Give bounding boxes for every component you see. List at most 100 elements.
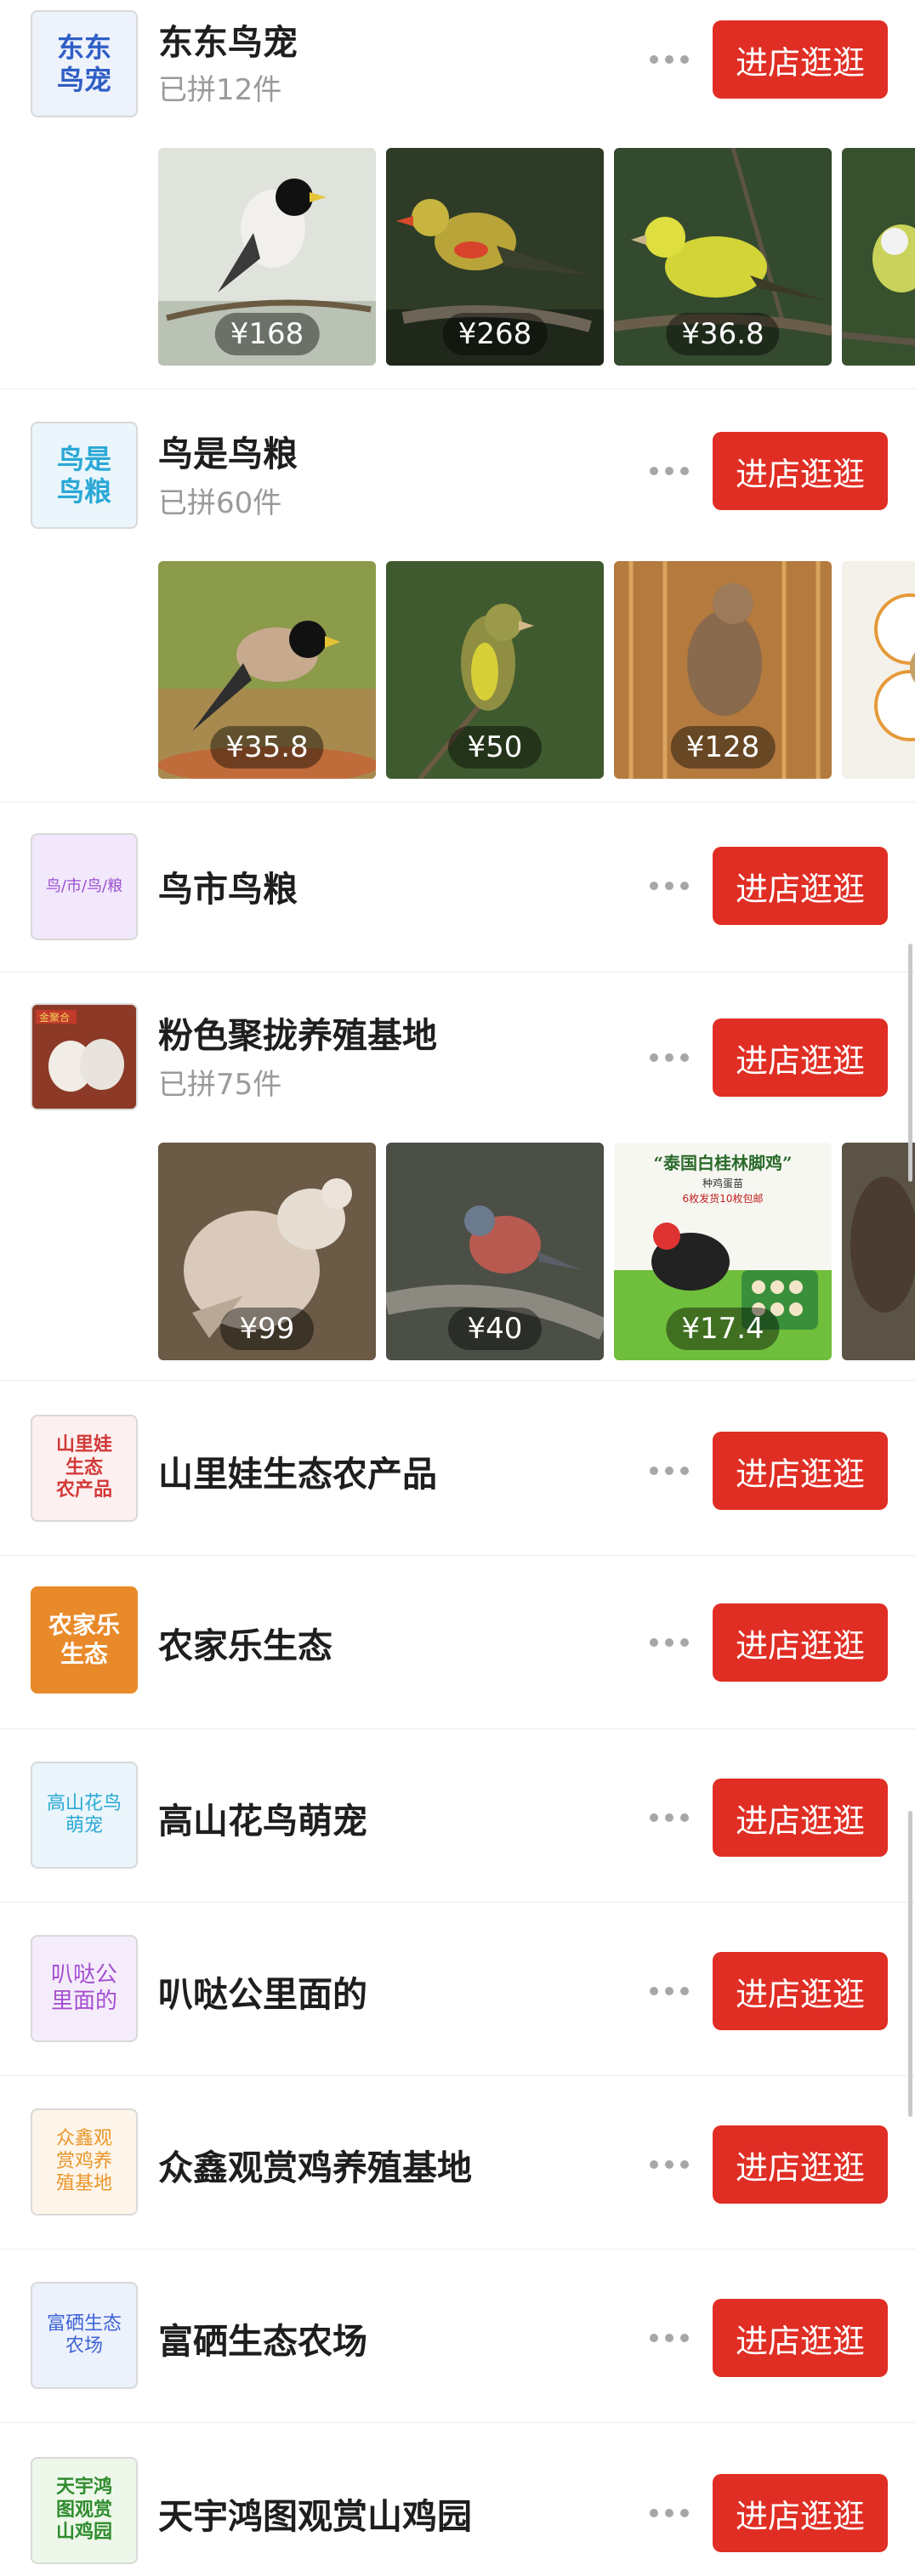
enter-store-button[interactable]: 进店逛逛 bbox=[713, 1603, 888, 1682]
store-header[interactable]: 众鑫观 赏鸡养 殖基地 众鑫观赏鸡养殖基地 进店逛逛 bbox=[0, 2076, 915, 2216]
product-thumbnail[interactable]: ¥50 bbox=[386, 561, 604, 779]
product-thumbnail[interactable]: ¥36.8 bbox=[614, 148, 832, 366]
feed-photo bbox=[842, 561, 915, 779]
store-logo[interactable]: 天宇鸿 图观赏 山鸡园 bbox=[31, 2457, 138, 2564]
product-price: ¥268 bbox=[442, 313, 548, 355]
product-thumbnail[interactable]: ¥40 bbox=[386, 1143, 604, 1360]
scrollbar[interactable] bbox=[908, 944, 912, 1182]
store-header[interactable]: 农家乐 生态 农家乐生态 进店逛逛 bbox=[0, 1556, 915, 1694]
enter-store-button[interactable]: 进店逛逛 bbox=[713, 2474, 888, 2552]
store-name[interactable]: 众鑫观赏鸡养殖基地 bbox=[158, 2139, 472, 2190]
store-name[interactable]: 高山花鸟萌宠 bbox=[158, 1792, 367, 1843]
store-logo[interactable]: 山里娃 生态 农产品 bbox=[31, 1415, 138, 1522]
store-card: 高山花鸟 萌宠 高山花鸟萌宠 进店逛逛 bbox=[0, 1729, 915, 1903]
store-header[interactable]: 金聚合 粉色聚拢养殖基地 已拼75件 进店逛逛 bbox=[0, 973, 915, 1110]
scrollbar[interactable] bbox=[908, 1811, 912, 2117]
enter-store-button[interactable]: 进店逛逛 bbox=[713, 1779, 888, 1857]
store-header[interactable]: 东东 鸟宠 东东鸟宠 已拼12件 进店逛逛 bbox=[0, 0, 915, 117]
promo-title: “泰国白桂林脚鸡” bbox=[653, 1153, 793, 1173]
store-header[interactable]: 高山花鸟 萌宠 高山花鸟萌宠 进店逛逛 bbox=[0, 1729, 915, 1869]
store-card: 众鑫观 赏鸡养 殖基地 众鑫观赏鸡养殖基地 进店逛逛 bbox=[0, 2076, 915, 2250]
more-options-icon[interactable] bbox=[650, 466, 689, 476]
enter-store-button[interactable]: 进店逛逛 bbox=[713, 2125, 888, 2204]
product-strip: ¥35.8 ¥50 ¥128 ¥ bbox=[158, 561, 915, 779]
more-options-icon[interactable] bbox=[650, 2333, 689, 2343]
product-thumbnail[interactable]: ¥268 bbox=[386, 148, 604, 366]
store-header[interactable]: 叭哒公 里面的 叭哒公里面的 进店逛逛 bbox=[0, 1903, 915, 2042]
store-name[interactable]: 鸟市鸟粮 bbox=[158, 860, 298, 911]
store-logo-text: 众鑫观 赏鸡养 殖基地 bbox=[55, 2128, 112, 2195]
product-thumbnail[interactable]: “泰国白桂林脚鸡” 种鸡蛋苗 6枚发货10枚包邮 ¥17.4 bbox=[614, 1143, 832, 1360]
product-price: ¥128 bbox=[670, 726, 776, 769]
store-header[interactable]: 鸟是 鸟粮 鸟是鸟粮 已拼60件 进店逛逛 bbox=[0, 389, 915, 529]
store-name[interactable]: 天宇鸿图观赏山鸡园 bbox=[158, 2488, 472, 2539]
product-thumbnail[interactable]: ¥99 bbox=[158, 1143, 376, 1360]
store-logo[interactable]: 富硒生态 农场 bbox=[31, 2282, 138, 2389]
more-options-icon[interactable] bbox=[650, 1813, 689, 1823]
product-price: ¥40 bbox=[448, 1308, 542, 1350]
enter-store-button[interactable]: 进店逛逛 bbox=[713, 20, 888, 99]
enter-store-button[interactable]: 进店逛逛 bbox=[713, 2299, 888, 2377]
more-options-icon[interactable] bbox=[650, 1466, 689, 1476]
store-card: 富硒生态 农场 富硒生态农场 进店逛逛 bbox=[0, 2250, 915, 2423]
store-sold-count: 已拼75件 bbox=[158, 1068, 282, 1102]
store-card: 金聚合 粉色聚拢养殖基地 已拼75件 进店逛逛 ¥99 ¥40 “泰国白桂林脚鸡… bbox=[0, 973, 915, 1381]
store-card: 山里娃 生态 农产品 山里娃生态农产品 进店逛逛 bbox=[0, 1381, 915, 1556]
product-thumbnail[interactable] bbox=[842, 148, 915, 366]
store-name[interactable]: 富硒生态农场 bbox=[158, 2312, 367, 2363]
bird-photo bbox=[842, 148, 915, 366]
store-logo-text: 鸟是 鸟粮 bbox=[56, 442, 111, 508]
store-logo-text: 农家乐 生态 bbox=[48, 1611, 120, 1668]
store-name[interactable]: 山里娃生态农产品 bbox=[158, 1445, 437, 1496]
logo-caption: 金聚合 bbox=[39, 1011, 70, 1024]
product-thumbnail[interactable]: ¥168 bbox=[158, 148, 376, 366]
more-options-icon[interactable] bbox=[650, 1986, 689, 1996]
product-thumbnail[interactable]: ¥35.8 bbox=[158, 561, 376, 779]
store-logo[interactable]: 鸟/市/鸟/粮 bbox=[31, 833, 138, 940]
more-options-icon[interactable] bbox=[650, 2159, 689, 2170]
pigeon-logo-image: 金聚合 bbox=[32, 1005, 136, 1109]
product-strip: ¥168 ¥268 ¥36.8 bbox=[158, 148, 915, 366]
product-thumbnail[interactable]: ¥ bbox=[842, 561, 915, 779]
store-logo[interactable]: 叭哒公 里面的 bbox=[31, 1935, 138, 2042]
store-logo-text: 天宇鸿 图观赏 山鸡园 bbox=[55, 2477, 112, 2544]
enter-store-button[interactable]: 进店逛逛 bbox=[713, 1952, 888, 2030]
product-thumbnail[interactable]: ¥128 bbox=[614, 561, 832, 779]
more-options-icon[interactable] bbox=[650, 2508, 689, 2518]
store-logo-text: 东东 鸟宠 bbox=[56, 31, 111, 96]
store-header[interactable]: 富硒生态 农场 富硒生态农场 进店逛逛 bbox=[0, 2250, 915, 2389]
product-price: ¥50 bbox=[448, 726, 542, 769]
more-options-icon[interactable] bbox=[650, 54, 689, 65]
store-name[interactable]: 东东鸟宠 bbox=[158, 14, 298, 65]
enter-store-button[interactable]: 进店逛逛 bbox=[713, 1432, 888, 1510]
bird-photo bbox=[842, 1143, 915, 1360]
store-logo[interactable]: 鸟是 鸟粮 bbox=[31, 422, 138, 529]
store-header[interactable]: 山里娃 生态 农产品 山里娃生态农产品 进店逛逛 bbox=[0, 1381, 915, 1522]
store-header[interactable]: 鸟/市/鸟/粮 鸟市鸟粮 进店逛逛 bbox=[0, 803, 915, 940]
store-name[interactable]: 叭哒公里面的 bbox=[158, 1966, 367, 2017]
product-price: ¥168 bbox=[214, 313, 320, 355]
more-options-icon[interactable] bbox=[650, 1637, 689, 1648]
store-logo-text: 富硒生态 农场 bbox=[46, 2312, 122, 2357]
store-sold-count: 已拼60件 bbox=[158, 486, 282, 520]
store-name[interactable]: 鸟是鸟粮 bbox=[158, 425, 298, 476]
product-price: ¥35.8 bbox=[210, 726, 324, 769]
more-options-icon[interactable] bbox=[650, 1053, 689, 1063]
store-logo[interactable]: 东东 鸟宠 bbox=[31, 10, 138, 117]
store-name[interactable]: 粉色聚拢养殖基地 bbox=[158, 1007, 437, 1058]
enter-store-button[interactable]: 进店逛逛 bbox=[713, 1018, 888, 1097]
store-logo[interactable]: 农家乐 生态 bbox=[31, 1586, 138, 1694]
enter-store-button[interactable]: 进店逛逛 bbox=[713, 847, 888, 925]
promo-subtitle: 种鸡蛋苗 bbox=[702, 1177, 743, 1189]
store-header[interactable]: 天宇鸿 图观赏 山鸡园 天宇鸿图观赏山鸡园 进店逛逛 bbox=[0, 2423, 915, 2564]
store-logo[interactable]: 金聚合 bbox=[31, 1003, 138, 1110]
product-price: ¥99 bbox=[220, 1308, 314, 1350]
store-sold-count: 已拼12件 bbox=[158, 73, 282, 107]
store-logo-text: 山里娃 生态 农产品 bbox=[55, 1434, 112, 1501]
product-thumbnail[interactable]: ¥ bbox=[842, 1143, 915, 1360]
enter-store-button[interactable]: 进店逛逛 bbox=[713, 432, 888, 510]
store-name[interactable]: 农家乐生态 bbox=[158, 1617, 332, 1668]
store-logo[interactable]: 高山花鸟 萌宠 bbox=[31, 1762, 138, 1869]
more-options-icon[interactable] bbox=[650, 881, 689, 891]
store-logo[interactable]: 众鑫观 赏鸡养 殖基地 bbox=[31, 2108, 138, 2216]
